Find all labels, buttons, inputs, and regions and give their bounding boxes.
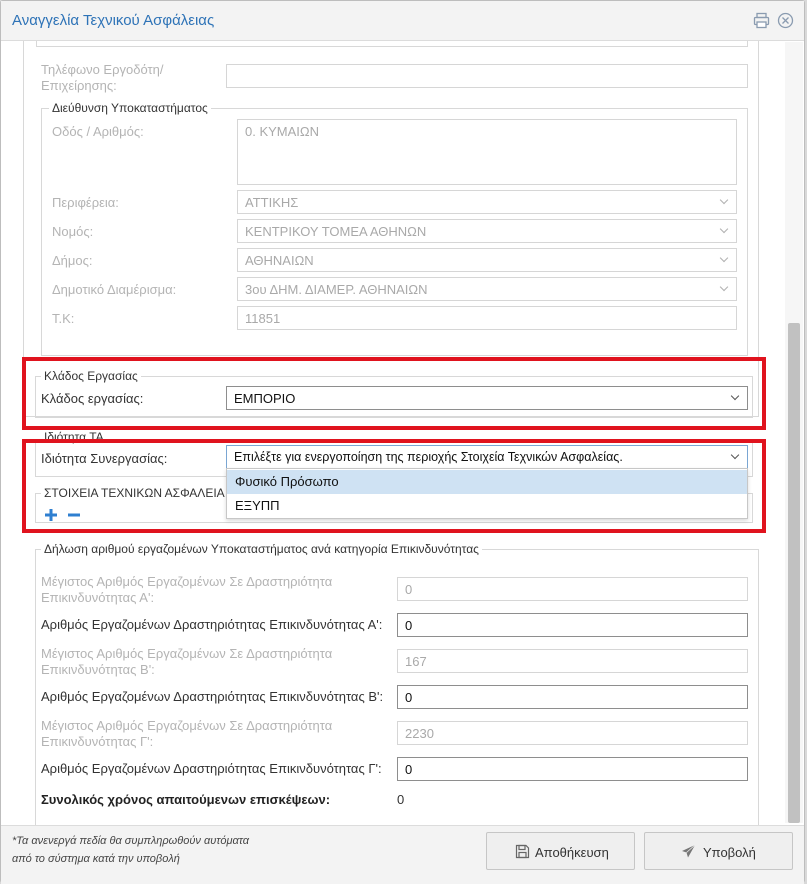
print-icon[interactable]: [753, 12, 770, 29]
max-b-label: Μέγιστος Αριθμός Εργαζομένων Σε Δραστηρι…: [41, 646, 333, 677]
num-b-input[interactable]: 0: [397, 685, 748, 709]
scrollbar-thumb[interactable]: [788, 323, 800, 823]
num-b-label: Αριθμός Εργαζομένων Δραστηριότητας Επικι…: [41, 689, 384, 704]
prefecture-label: Νομός:: [52, 224, 94, 239]
dialog-body: Τηλέφωνο Εργοδότη/ Επιχείρησης: Διεύθυνσ…: [1, 41, 804, 825]
branch-address-legend: Διεύθυνση Υποκαταστήματος: [49, 101, 211, 115]
district-label: Δημοτικό Διαμέρισμα:: [52, 282, 177, 297]
work-sector-highlight: [22, 357, 766, 430]
ta-property-dropdown: Φυσικό Πρόσωπο ΕΞΥΠΠ: [226, 468, 748, 519]
max-b-input[interactable]: 167: [397, 649, 748, 673]
street-label: Οδός / Αριθμός:: [52, 124, 144, 139]
employer-phone-label: Τηλέφωνο Εργοδότη/ Επιχείρησης:: [41, 62, 164, 93]
dialog-footer: *Τα ανενεργά πεδία θα συμπληρωθούν αυτόμ…: [1, 825, 804, 884]
dropdown-option-exypp[interactable]: ΕΞΥΠΠ: [227, 494, 747, 518]
postcode-label: Τ.Κ:: [52, 311, 75, 326]
num-a-label: Αριθμός Εργαζομένων Δραστηριότητας Επικι…: [41, 617, 383, 632]
footer-note-line2: από το σύστημα κατά την υποβολή: [12, 853, 180, 865]
paper-plane-icon: [682, 844, 696, 858]
previous-section-box: [36, 41, 748, 47]
employer-phone-input[interactable]: [226, 64, 748, 88]
floppy-icon: [515, 844, 530, 859]
max-c-label: Μέγιστος Αριθμός Εργαζομένων Σε Δραστηρι…: [41, 718, 333, 749]
employees-legend: Δήλωση αριθμού εργαζομένων Υποκαταστήματ…: [41, 542, 482, 556]
save-button-label: Αποθήκευση: [535, 845, 609, 860]
technical-safety-dialog: Αναγγελία Τεχνικού Ασφάλειας Τηλέφωνο Ερ…: [0, 0, 805, 884]
district-select[interactable]: 3ου ΔΗΜ. ΔΙΑΜΕΡ. ΑΘΗΝΑΙΩΝ: [237, 277, 737, 301]
footer-note-line1: *Τα ανενεργά πεδία θα συμπληρωθούν αυτόμ…: [12, 835, 250, 847]
region-label: Περιφέρεια:: [52, 195, 119, 210]
postcode-input[interactable]: 11851: [237, 306, 737, 330]
max-c-input[interactable]: 2230: [397, 721, 748, 745]
municipality-select[interactable]: ΑΘΗΝΑΙΩΝ: [237, 248, 737, 272]
submit-button-label: Υποβολή: [703, 845, 756, 860]
submit-button[interactable]: Υποβολή: [644, 832, 793, 870]
num-c-label: Αριθμός Εργαζομένων Δραστηριότητας Επικι…: [41, 761, 382, 776]
dialog-titlebar: Αναγγελία Τεχνικού Ασφάλειας: [1, 1, 804, 41]
close-icon[interactable]: [777, 12, 794, 29]
region-select[interactable]: ΑΤΤΙΚΗΣ: [237, 190, 737, 214]
save-button[interactable]: Αποθήκευση: [486, 832, 635, 870]
dialog-title: Αναγγελία Τεχνικού Ασφάλειας: [12, 12, 215, 29]
dropdown-option-natural-person[interactable]: Φυσικό Πρόσωπο: [227, 470, 747, 494]
num-c-input[interactable]: 0: [397, 757, 748, 781]
total-visits-value: 0: [397, 792, 405, 807]
num-a-input[interactable]: 0: [397, 613, 748, 637]
max-a-input[interactable]: 0: [397, 577, 748, 601]
street-textarea[interactable]: 0. ΚΥΜΑΙΩΝ: [237, 119, 737, 185]
prefecture-select[interactable]: ΚΕΝΤΡΙΚΟΥ ΤΟΜΕΑ ΑΘΗΝΩΝ: [237, 219, 737, 243]
municipality-label: Δήμος:: [52, 253, 93, 268]
max-a-label: Μέγιστος Αριθμός Εργαζομένων Σε Δραστηρι…: [41, 574, 333, 605]
total-visits-label: Συνολικός χρόνος απαιτούμενων επισκέψεων…: [41, 792, 331, 807]
